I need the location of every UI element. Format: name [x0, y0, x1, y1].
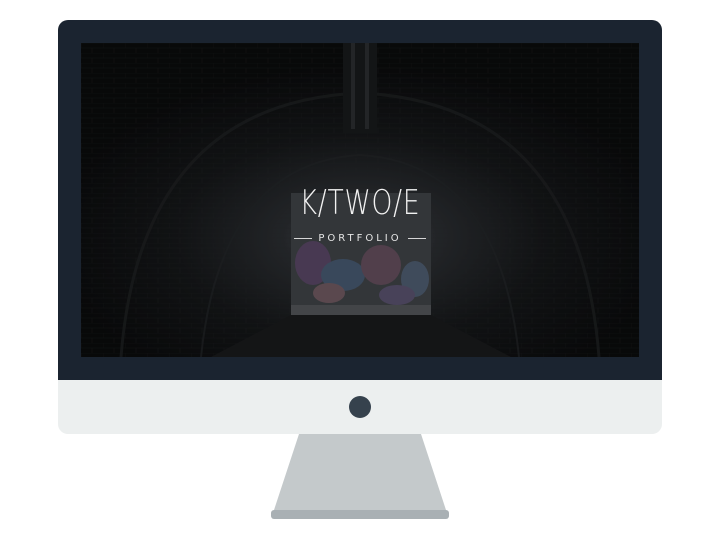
monitor-mockup: K/TWO/E PORTFOLIO [0, 0, 720, 540]
website-screen: K/TWO/E PORTFOLIO [81, 43, 639, 357]
subtitle-left-rule [294, 238, 313, 239]
stand-neck [274, 434, 446, 510]
stand-base [271, 510, 449, 519]
power-button-icon [349, 396, 371, 418]
hero-title: K/TWO/E [299, 183, 421, 223]
hero-subtitle-row: PORTFOLIO [81, 233, 639, 244]
hero-subtitle: PORTFOLIO [318, 233, 402, 244]
subtitle-right-rule [407, 238, 426, 239]
